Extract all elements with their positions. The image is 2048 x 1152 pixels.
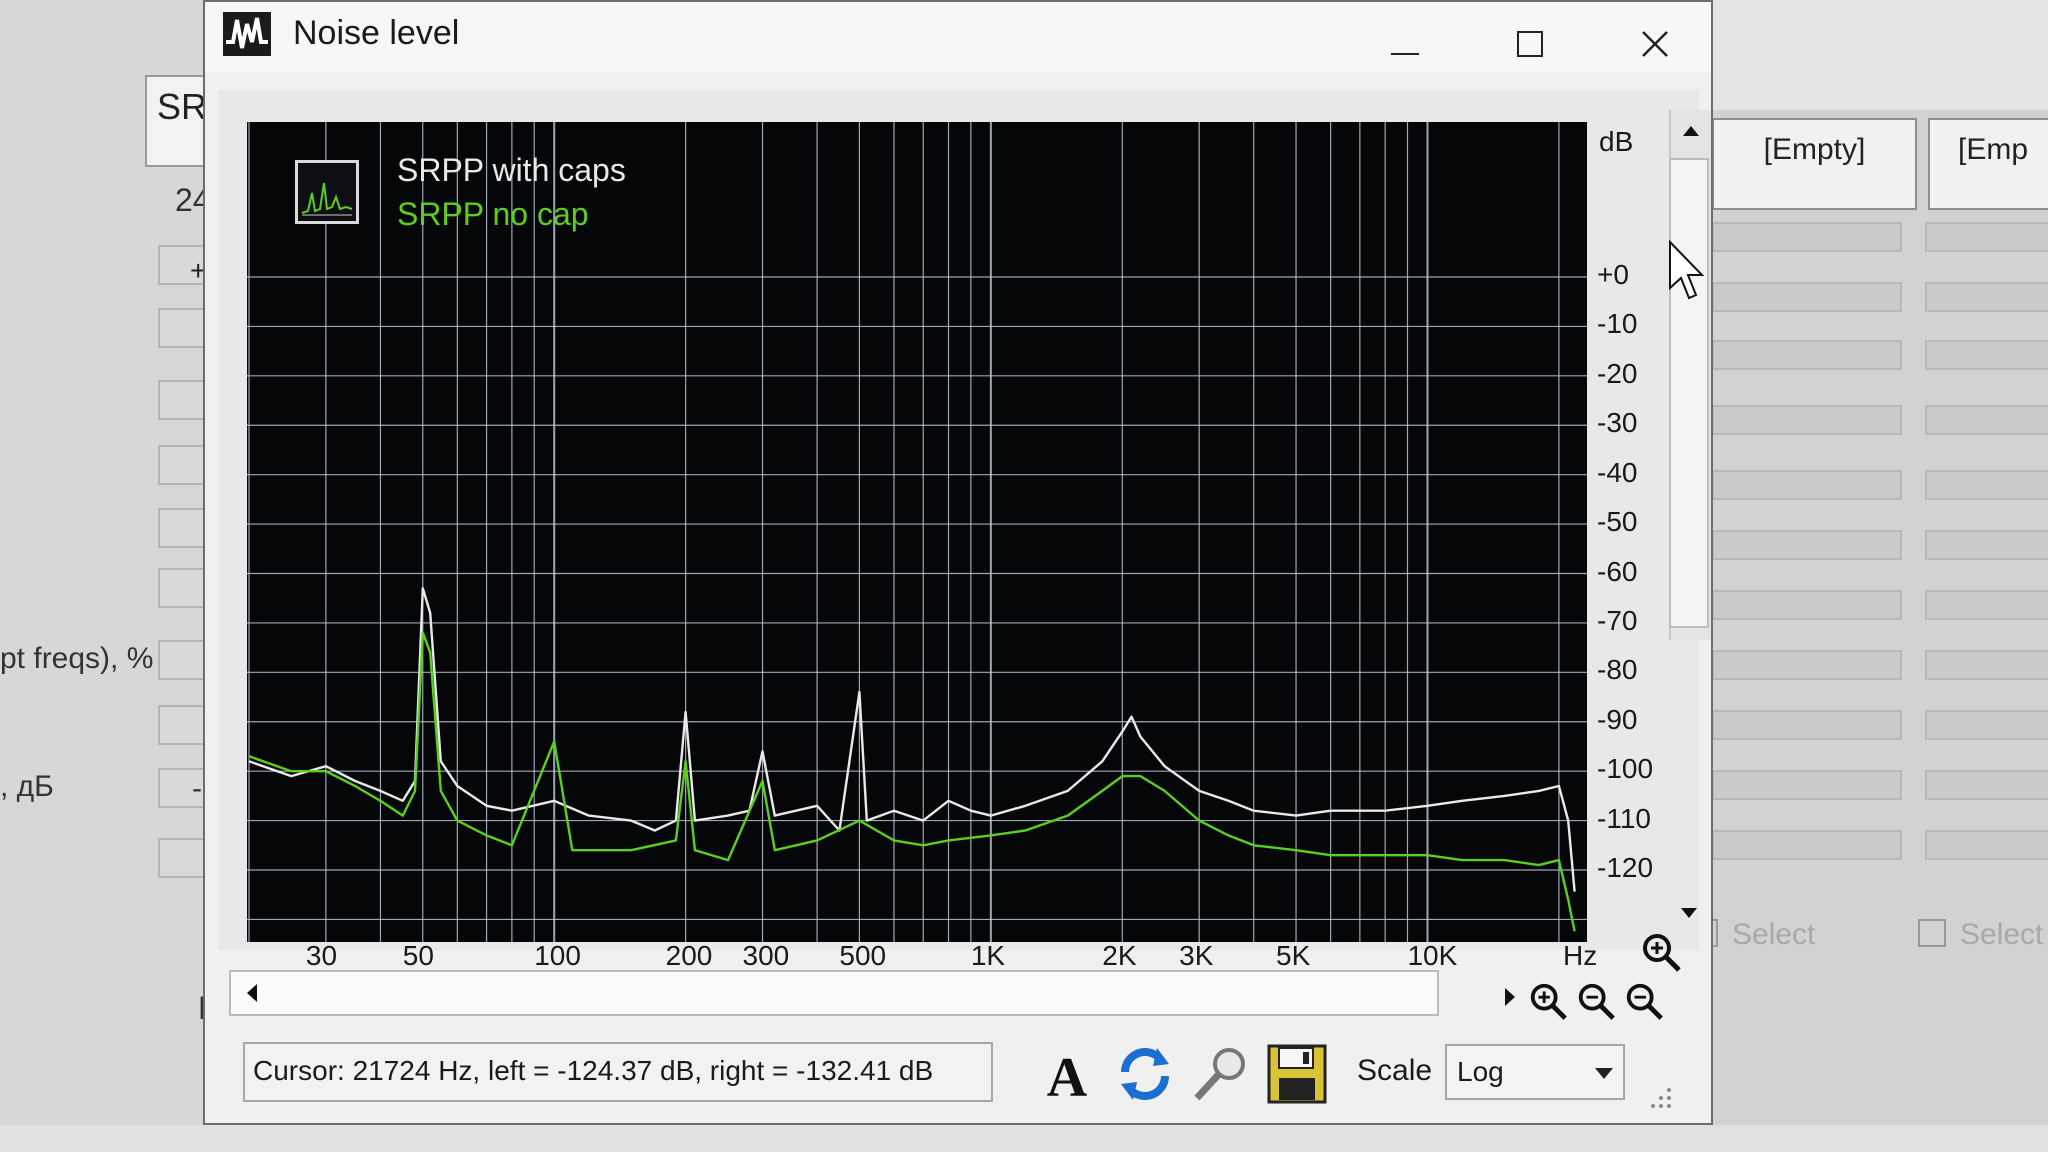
background-row bbox=[1712, 340, 1902, 370]
background-row bbox=[1712, 470, 1902, 500]
background-row bbox=[1712, 405, 1902, 435]
zoom-reset-icon[interactable] bbox=[1623, 980, 1665, 1022]
background-row bbox=[1712, 650, 1902, 680]
noise-level-window: Noise level SRPP with caps SRPP no cap +… bbox=[203, 0, 1713, 1125]
x-tick-label: 30 bbox=[305, 940, 338, 971]
y-tick-label: -60 bbox=[1597, 555, 1638, 587]
scroll-right-icon[interactable] bbox=[1495, 977, 1525, 1017]
y-tick-label: -120 bbox=[1597, 852, 1654, 883]
background-row bbox=[1925, 710, 2048, 740]
background-row bbox=[1712, 710, 1902, 740]
y-tick-label: -70 bbox=[1597, 604, 1638, 636]
vertical-scroll-thumb[interactable] bbox=[1669, 158, 1709, 628]
background-row bbox=[1712, 770, 1902, 800]
title-bar[interactable]: Noise level bbox=[205, 2, 1711, 72]
background-row bbox=[1925, 590, 2048, 620]
checkbox-icon[interactable] bbox=[1918, 919, 1946, 947]
y-tick-label: -10 bbox=[1597, 308, 1638, 340]
y-tick-label: -100 bbox=[1597, 753, 1654, 785]
scroll-down-icon[interactable] bbox=[1669, 898, 1709, 928]
x-tick-label: 50 bbox=[402, 940, 434, 971]
background-row bbox=[1712, 222, 1902, 252]
minimize-icon[interactable] bbox=[1385, 24, 1425, 64]
zoom-out-icon[interactable] bbox=[1575, 980, 1617, 1022]
background-label-freqs: pt freqs), % bbox=[0, 642, 154, 675]
noise-spectrum-chart bbox=[247, 122, 1587, 942]
background-label-db: , дБ bbox=[0, 770, 54, 803]
background-row bbox=[1712, 530, 1902, 560]
spectrum-icon bbox=[301, 182, 353, 216]
close-icon[interactable] bbox=[1635, 24, 1675, 64]
legend-series-1: SRPP with caps bbox=[397, 152, 626, 188]
y-tick-label: -40 bbox=[1597, 456, 1638, 488]
refresh-icon[interactable] bbox=[1113, 1042, 1177, 1106]
background-row bbox=[1925, 650, 2048, 680]
y-axis-unit: dB bbox=[1599, 126, 1634, 157]
x-tick-label: 500 bbox=[839, 940, 887, 971]
y-tick-label: -110 bbox=[1597, 802, 1651, 834]
x-tick-label: 100 bbox=[534, 940, 581, 971]
series-line-1 bbox=[248, 587, 1576, 892]
background-row bbox=[1712, 830, 1902, 860]
background-row bbox=[1925, 530, 2048, 560]
empty-tab-2[interactable]: [Emp bbox=[1928, 118, 2048, 210]
y-tick-label: -30 bbox=[1597, 407, 1638, 439]
scale-select-value: Log bbox=[1457, 1056, 1504, 1087]
x-tick-label: 2K bbox=[1102, 940, 1137, 971]
scale-select[interactable]: Log bbox=[1445, 1044, 1625, 1100]
x-tick-label: 10K bbox=[1407, 940, 1458, 971]
x-axis-unit: Hz bbox=[1563, 940, 1598, 971]
scroll-up-icon[interactable] bbox=[1671, 110, 1711, 150]
x-tick-label: 200 bbox=[665, 940, 713, 971]
resize-grip-icon[interactable] bbox=[1645, 1082, 1675, 1112]
zoom-in-icon[interactable] bbox=[1639, 930, 1683, 974]
save-icon[interactable] bbox=[1265, 1042, 1329, 1106]
chart-legend-icon[interactable] bbox=[295, 160, 359, 224]
select-label: Select bbox=[1732, 918, 1816, 951]
chevron-down-icon bbox=[1595, 1068, 1613, 1079]
y-tick-label: -80 bbox=[1597, 654, 1638, 686]
x-tick-label: 5K bbox=[1276, 940, 1311, 971]
waveform-icon bbox=[223, 12, 271, 56]
background-row bbox=[1712, 590, 1902, 620]
x-tick-label: 1K bbox=[970, 940, 1006, 971]
select-checkbox-2[interactable]: Select bbox=[1918, 918, 2043, 952]
background-row bbox=[1925, 830, 2048, 860]
y-tick-label: -20 bbox=[1597, 357, 1638, 389]
background-row bbox=[1925, 470, 2048, 500]
empty-tab-1[interactable]: [Empty] bbox=[1712, 118, 1917, 210]
background-row bbox=[1925, 405, 2048, 435]
cursor-status: Cursor: 21724 Hz, left = -124.37 dB, rig… bbox=[243, 1042, 993, 1102]
magnifier-icon[interactable] bbox=[1189, 1042, 1253, 1106]
font-icon[interactable]: A bbox=[1035, 1042, 1099, 1106]
scroll-left-icon[interactable] bbox=[231, 972, 271, 1014]
plot-area[interactable]: SRPP with caps SRPP no cap bbox=[247, 122, 1587, 942]
y-tick-label: -90 bbox=[1597, 703, 1638, 735]
horizontal-scrollbar[interactable] bbox=[229, 970, 1439, 1016]
background-row bbox=[1925, 770, 2048, 800]
y-tick-label: -50 bbox=[1597, 506, 1638, 538]
window-title: Noise level bbox=[293, 14, 460, 52]
y-tick-label: +0 bbox=[1597, 259, 1629, 290]
x-tick-label: 3K bbox=[1179, 940, 1214, 971]
zoom-in-x-icon[interactable] bbox=[1527, 980, 1569, 1022]
legend-series-2: SRPP no cap bbox=[397, 196, 589, 232]
background-bottom bbox=[0, 1125, 2048, 1152]
chart-panel: SRPP with caps SRPP no cap +0 -10 -20 -30 -4… bbox=[219, 90, 1711, 972]
background-row bbox=[1925, 340, 2048, 370]
maximize-icon[interactable] bbox=[1510, 24, 1550, 64]
mouse-cursor-icon bbox=[1669, 240, 1705, 300]
select-label: Select bbox=[1960, 918, 2044, 951]
background-top-right bbox=[1710, 0, 2048, 110]
background-row bbox=[1712, 282, 1902, 312]
scale-label: Scale bbox=[1357, 1054, 1433, 1087]
background-row bbox=[1925, 222, 2048, 252]
series-line-2 bbox=[248, 631, 1576, 932]
x-tick-label: 300 bbox=[742, 940, 790, 971]
svg-text:A: A bbox=[1047, 1047, 1088, 1106]
background-row bbox=[1925, 282, 2048, 312]
